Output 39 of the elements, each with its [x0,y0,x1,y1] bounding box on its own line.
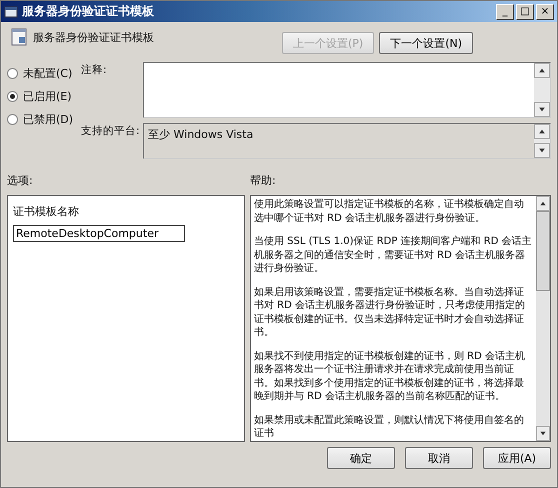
scroll-down-button[interactable] [536,426,550,441]
scroll-down-button[interactable] [534,143,550,158]
help-paragraph: 如果找不到使用指定的证书模板创建的证书，则 RD 会话主机服务器将发出一个证书注册请求并在请求完成前使用当前证书。如果找到多个使用指定的证书模板创建的证书，将选择最晚到期并与 RD 会话主机服务器的当前名称匹配的证书。 [254,350,526,404]
settings-page-icon [11,28,27,46]
scrollbar[interactable] [536,196,550,441]
template-name-field[interactable]: RemoteDesktopComputer [13,225,185,242]
scroll-down-button[interactable] [534,102,550,117]
window-title: 服务器身份验证证书模板 [22,3,155,20]
radio-label: 已禁用(D) [23,112,74,127]
setting-title: 服务器身份验证证书模板 [33,30,154,45]
window-control-button[interactable]: □ [516,4,534,20]
field-label: 证书模板名称 [13,204,79,219]
dialog-button[interactable]: 应用(A) [483,447,551,469]
radio-label: 未配置(C) [23,66,72,81]
scrollbar[interactable] [534,63,550,117]
nav-button[interactable]: 下一个设置(N) [379,32,473,54]
radio-button[interactable] [7,114,18,125]
window-control-button[interactable]: × [536,4,554,20]
platform-value: 至少 Windows Vista [147,127,254,143]
radio-button[interactable] [7,68,18,79]
scroll-up-button[interactable] [534,63,550,78]
help-paragraph: 如果启用该策略设置，需要指定证书模板名称。当自动选择证书对 RD 会话主机服务器进行身份验证时，只考虑使用指定的证书模板创建的证书。仅当未选择特定证书时才会自动选择证书。 [254,286,526,340]
window-icon [4,4,18,18]
comment-field[interactable] [143,62,551,118]
window-control-button[interactable]: _ [496,4,514,20]
help-paragraph: 如果禁用或未配置此策略设置，则默认情况下将使用自签名的证书 [254,414,525,440]
help-label: 帮助: [250,173,276,189]
scroll-up-button[interactable] [534,124,550,139]
platform-label: 支持的平台: [81,124,141,139]
help-paragraph: 当使用 SSL (TLS 1.0)保证 RDP 连接期间客户端和 RD 会话主机服务器之间的通信安全时，需要证书对 RD 会话主机服务器进行身份验证。 [254,235,533,276]
help-paragraph: 使用此策略设置可以指定证书模板的名称，证书模板确定自动选中哪个证书对 RD 会话主机服务器进行身份验证。 [254,198,525,225]
scroll-up-button[interactable] [536,196,550,211]
dialog-button[interactable]: 取消 [405,447,473,469]
radio-label: 已启用(E) [23,89,72,104]
scrollbar[interactable] [534,124,550,158]
dialog-button[interactable]: 确定 [327,447,395,469]
radio-button[interactable] [7,91,18,102]
comment-label: 注释: [81,63,108,78]
options-label: 选项: [7,173,34,189]
